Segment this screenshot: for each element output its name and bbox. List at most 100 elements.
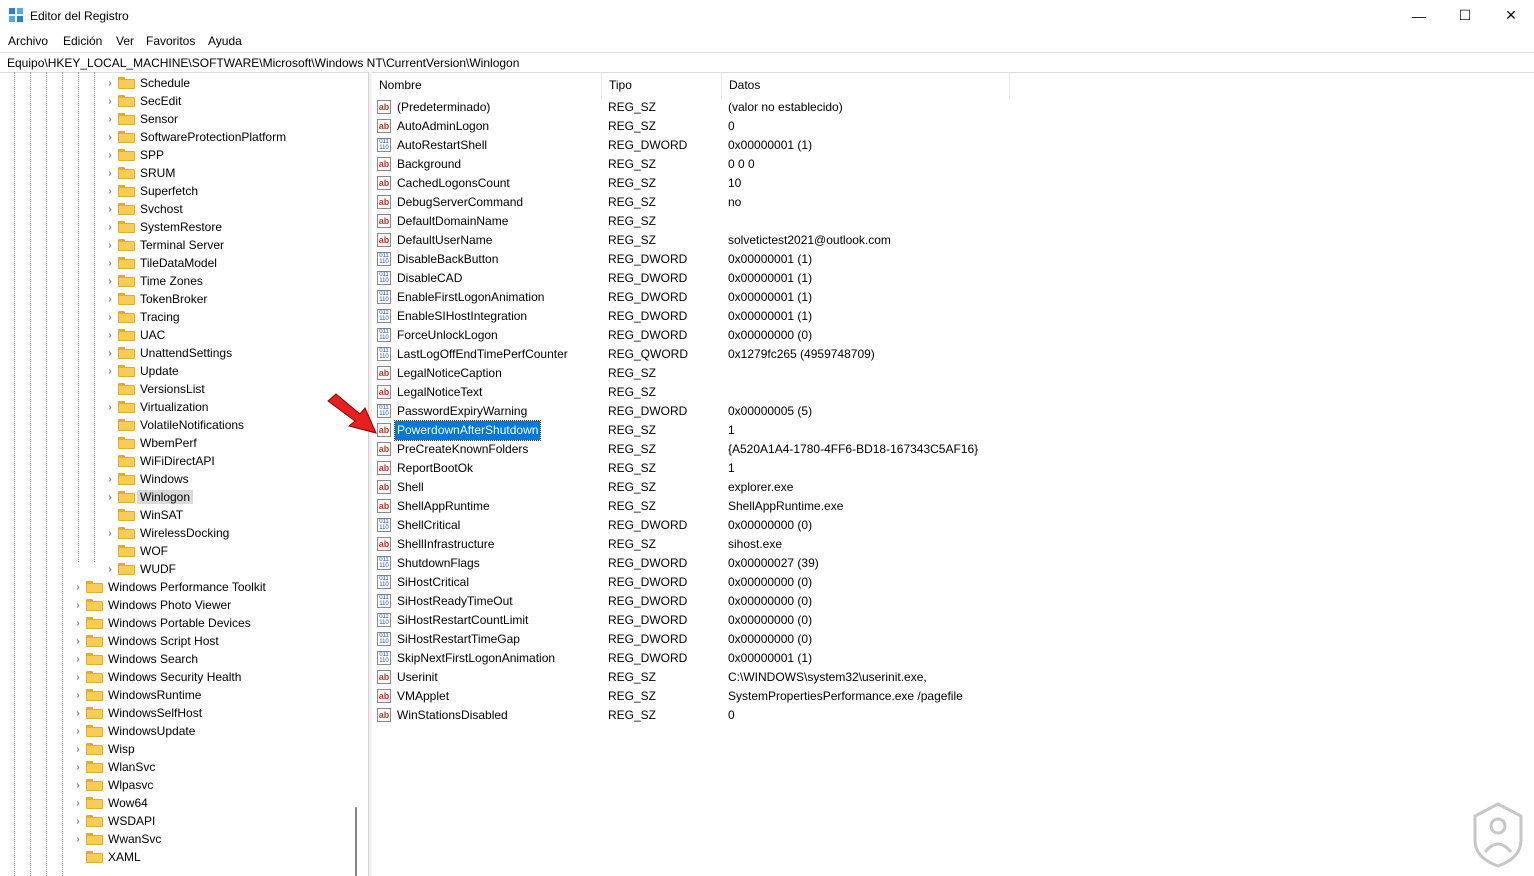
value-name[interactable]: AutoAdminLogon (395, 117, 491, 136)
chevron-right-icon[interactable]: › (104, 312, 116, 323)
chevron-right-icon[interactable]: › (104, 96, 116, 107)
chevron-right-icon[interactable]: › (72, 690, 84, 701)
maximize-button[interactable]: ☐ (1442, 0, 1488, 31)
chevron-right-icon[interactable]: › (104, 528, 116, 539)
value-name[interactable]: DebugServerCommand (395, 193, 525, 212)
tree-item[interactable]: › TileDataModel (104, 254, 217, 272)
value-row[interactable]: ab LegalNoticeCaption REG_SZ (372, 364, 1534, 383)
chevron-right-icon[interactable]: › (104, 492, 116, 503)
tree-item[interactable]: ›VersionsList (104, 380, 205, 398)
tree-item[interactable]: › Sensor (104, 110, 178, 128)
value-row[interactable]: ab (Predeterminado) REG_SZ (valor no establ… (372, 98, 1534, 117)
value-row[interactable]: ab WinStationsDisabled REG_SZ 0 (372, 706, 1534, 725)
tree-item[interactable]: › WirelessDocking (104, 524, 229, 542)
value-row[interactable]: 011 110 SkipNextFirstLogonAnimation REG_DW… (372, 649, 1534, 668)
value-row[interactable]: ab DefaultDomainName REG_SZ (372, 212, 1534, 231)
value-name[interactable]: SiHostCritical (395, 573, 471, 592)
tree-item[interactable]: › Windows Security Health (72, 668, 241, 686)
tree-item[interactable]: › Wlpasvc (72, 776, 153, 794)
address-path[interactable]: Equipo\HKEY_LOCAL_MACHINE\SOFTWARE\Micro… (7, 56, 519, 70)
tree-item[interactable]: › SPP (104, 146, 164, 164)
value-name[interactable]: ShellAppRuntime (395, 497, 492, 516)
value-name[interactable]: SiHostReadyTimeOut (395, 592, 515, 611)
value-name[interactable]: CachedLogonsCount (395, 174, 512, 193)
tree-item[interactable]: › Terminal Server (104, 236, 224, 254)
value-name[interactable]: ReportBootOk (395, 459, 475, 478)
chevron-right-icon[interactable]: › (72, 636, 84, 647)
chevron-right-icon[interactable]: › (104, 132, 116, 143)
chevron-right-icon[interactable]: › (104, 564, 116, 575)
tree-item[interactable]: ›WOF (104, 542, 168, 560)
tree-item[interactable]: › WindowsSelfHost (72, 704, 202, 722)
chevron-right-icon[interactable]: › (104, 150, 116, 161)
chevron-right-icon[interactable]: › (72, 708, 84, 719)
menu-archivo[interactable]: Archivo (8, 34, 48, 48)
value-row[interactable]: ab LegalNoticeText REG_SZ (372, 383, 1534, 402)
value-name[interactable]: ShellInfrastructure (395, 535, 496, 554)
value-name[interactable]: PasswordExpiryWarning (395, 402, 529, 421)
tree-item[interactable]: ›WbemPerf (104, 434, 197, 452)
value-name[interactable]: SiHostRestartCountLimit (395, 611, 530, 630)
value-row[interactable]: 011 110 ShellCritical REG_DWORD 0x00000000 … (372, 516, 1534, 535)
value-row[interactable]: 011 110 SiHostCritical REG_DWORD 0x00000000… (372, 573, 1534, 592)
value-name[interactable]: LegalNoticeText (395, 383, 484, 402)
chevron-right-icon[interactable]: › (104, 402, 116, 413)
value-row[interactable]: 011 110 SiHostReadyTimeOut REG_DWORD 0x0000… (372, 592, 1534, 611)
chevron-right-icon[interactable]: › (72, 600, 84, 611)
value-name[interactable]: LegalNoticeCaption (395, 364, 504, 383)
chevron-right-icon[interactable]: › (104, 240, 116, 251)
chevron-right-icon[interactable]: › (72, 762, 84, 773)
value-name[interactable]: PowerdownAfterShutdown (393, 420, 542, 441)
key-tree-pane[interactable]: › Schedule › SecEdit › Sensor › SoftwareProtect… (0, 72, 369, 876)
chevron-right-icon[interactable]: › (72, 654, 84, 665)
value-name[interactable]: WinStationsDisabled (395, 706, 510, 725)
value-row[interactable]: ab Shell REG_SZ explorer.exe (372, 478, 1534, 497)
tree-item[interactable]: › Tracing (104, 308, 179, 326)
value-row[interactable]: ab CachedLogonsCount REG_SZ 10 (372, 174, 1534, 193)
value-row[interactable]: 011 110 DisableBackButton REG_DWORD 0x00000… (372, 250, 1534, 269)
value-row[interactable]: ab ShellInfrastructure REG_SZ sihost.exe (372, 535, 1534, 554)
value-row[interactable]: 011 110 ForceUnlockLogon REG_DWORD 0x000000… (372, 326, 1534, 345)
tree-item[interactable]: › UnattendSettings (104, 344, 232, 362)
value-name[interactable]: DisableBackButton (395, 250, 500, 269)
tree-item[interactable]: › Windows Script Host (72, 632, 218, 650)
column-header-type[interactable]: Tipo (602, 72, 722, 98)
tree-item[interactable]: › SecEdit (104, 92, 181, 110)
tree-item[interactable]: › Windows Photo Viewer (72, 596, 231, 614)
value-name[interactable]: ShellCritical (395, 516, 462, 535)
column-header-data[interactable]: Datos (722, 72, 1010, 98)
value-row[interactable]: ab DefaultUserName REG_SZ solvetictest2021@… (372, 231, 1534, 250)
value-row[interactable]: 011 110 PasswordExpiryWarning REG_DWORD 0x0… (372, 402, 1534, 421)
tree-item[interactable]: › Time Zones (104, 272, 203, 290)
chevron-right-icon[interactable]: › (72, 744, 84, 755)
value-name[interactable]: DefaultDomainName (395, 212, 510, 231)
value-name[interactable]: VMApplet (395, 687, 451, 706)
chevron-right-icon[interactable]: › (104, 348, 116, 359)
chevron-right-icon[interactable]: › (104, 168, 116, 179)
tree-item[interactable]: ›XAML (72, 848, 141, 866)
value-row[interactable]: 011 110 SiHostRestartCountLimit REG_DWORD 0… (372, 611, 1534, 630)
tree-item[interactable]: › TokenBroker (104, 290, 207, 308)
tree-item[interactable]: › Windows (104, 470, 188, 488)
chevron-right-icon[interactable]: › (72, 726, 84, 737)
value-name[interactable]: DefaultUserName (395, 231, 494, 250)
tree-item[interactable]: › WwanSvc (72, 830, 161, 848)
value-row[interactable]: 011 110 EnableFirstLogonAnimation REG_DWOR… (372, 288, 1534, 307)
chevron-right-icon[interactable]: › (104, 114, 116, 125)
value-row[interactable]: ab AutoAdminLogon REG_SZ 0 (372, 117, 1534, 136)
tree-item[interactable]: › WSDAPI (72, 812, 155, 830)
value-row[interactable]: 011 110 EnableSIHostIntegration REG_DWORD 0… (372, 307, 1534, 326)
value-name[interactable]: PreCreateKnownFolders (395, 440, 530, 459)
tree-item[interactable]: ›WiFiDirectAPI (104, 452, 215, 470)
tree-item[interactable]: ›WinSAT (104, 506, 183, 524)
chevron-right-icon[interactable]: › (104, 222, 116, 233)
value-name[interactable]: AutoRestartShell (395, 136, 489, 155)
tree-item[interactable]: › Wow64 (72, 794, 147, 812)
value-row[interactable]: 011 110 LastLogOffEndTimePerfCounter REG_Q… (372, 345, 1534, 364)
tree-item[interactable]: › Windows Portable Devices (72, 614, 250, 632)
value-name[interactable]: SkipNextFirstLogonAnimation (395, 649, 557, 668)
chevron-right-icon[interactable]: › (72, 618, 84, 629)
tree-item[interactable]: › SystemRestore (104, 218, 222, 236)
chevron-right-icon[interactable]: › (72, 834, 84, 845)
value-name[interactable]: Background (395, 155, 463, 174)
